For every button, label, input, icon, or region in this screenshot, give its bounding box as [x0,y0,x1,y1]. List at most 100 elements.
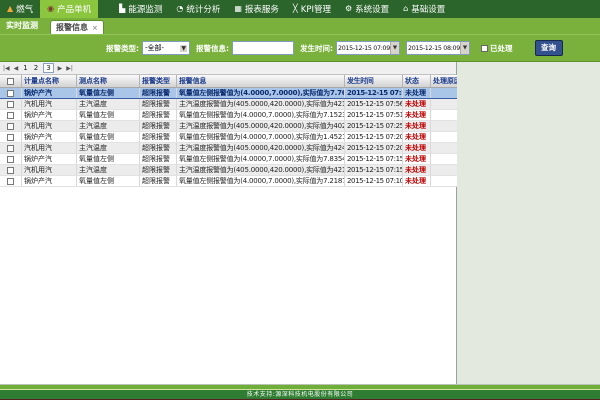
time-to-value: 2015-12-15 08:09 [407,45,460,52]
cell-sensor: 氧量值左侧 [77,132,140,142]
row-checkbox[interactable] [7,101,14,108]
menu-item-gas[interactable]: ▲ 燃气 [0,0,40,18]
chevron-down-icon[interactable]: ▼ [460,42,469,54]
alarm-type-value: -全部- [145,43,164,53]
table-row[interactable]: 锅炉产汽 氧量值左侧 超限报警 氧量值左侧报警值为(4.0000,7.0000)… [0,132,457,143]
cell-point: 锅炉产汽 [22,132,77,142]
tab-alarm-info[interactable]: 报警信息 × [50,20,104,34]
tab-realtime-monitor[interactable]: 实时监测 [0,20,44,34]
cell-type: 超限报警 [140,165,177,175]
menu-label: 基础设置 [411,3,445,15]
menu-item-kpi-manage[interactable]: ╳ KPI管理 [286,0,338,18]
cell-sensor: 氧量值左侧 [77,176,140,186]
page-number-2[interactable]: 2 [33,64,39,72]
table-row[interactable]: 汽机用汽 主汽温度 超限报警 主汽温度报警值为(405.0000,420.000… [0,121,457,132]
cell-info: 主汽温度报警值为(405.0000,420.0000),实际值为421.3625 [177,165,345,175]
row-checkbox[interactable] [7,90,14,97]
page-next-button[interactable]: ▶ [58,65,63,72]
close-icon[interactable]: × [92,24,98,32]
page-first-button[interactable]: |◀ [3,65,10,72]
cell-reason [431,154,457,164]
row-checkbox[interactable] [7,134,14,141]
menu-item-product[interactable]: ◉ 产品单机 [40,0,98,18]
handled-label: 已处理 [490,43,513,54]
alarm-type-select[interactable]: -全部- ▼ [142,41,190,55]
header-reason[interactable]: 处理原因 [431,75,457,87]
cell-sensor: 主汽温度 [77,143,140,153]
cell-info: 氧量值左侧报警值为(4.0000,7.0000),实际值为1.4521 [177,132,345,142]
cell-sensor: 主汽温度 [77,121,140,131]
chevron-down-icon[interactable]: ▼ [390,42,399,54]
time-from-picker[interactable]: 2015-12-15 07:09 ▼ [336,41,400,55]
cell-time: 2015-12-15 07:15:14 [345,154,403,164]
table-row[interactable]: 汽机用汽 主汽温度 超限报警 主汽温度报警值为(405.0000,420.000… [0,143,457,154]
cell-time: 2015-12-15 07:20:22 [345,143,403,153]
header-time[interactable]: 发生时间 [345,75,403,87]
cell-info: 氧量值左侧报警值为(4.0000,7.0000),实际值为7.7690 [177,88,345,98]
checkbox-cell [0,110,22,120]
status-badge: 未处理 [403,176,431,186]
menu-item-stat-analysis[interactable]: ◔ 统计分析 [169,0,227,18]
tab-label: 报警信息 [56,22,88,33]
header-status[interactable]: 状态 [403,75,431,87]
handled-filter: 已处理 [481,43,513,54]
footer: 技术支持:源深科技机电股份有限公司 [0,384,600,400]
cell-point: 汽机用汽 [22,121,77,131]
page-number-current[interactable]: 3 [43,63,53,73]
cell-reason [431,99,457,109]
table-row[interactable]: 锅炉产汽 氧量值左侧 超限报警 氧量值左侧报警值为(4.0000,7.0000)… [0,154,457,165]
table-row[interactable]: 汽机用汽 主汽温度 超限报警 主汽温度报警值为(405.0000,420.000… [0,99,457,110]
row-checkbox[interactable] [7,178,14,185]
cell-sensor: 主汽温度 [77,99,140,109]
time-to-picker[interactable]: 2015-12-15 08:09 ▼ [406,41,470,55]
row-checkbox[interactable] [7,167,14,174]
menu-item-energy-monitor[interactable]: ▙ 能源监测 [112,0,169,18]
tab-bar: 实时监测 报警信息 × [0,18,600,34]
flame-icon: ▲ [7,5,13,13]
cell-info: 主汽温度报警值为(405.0000,420.0000),实际值为402.5296 [177,121,345,131]
cell-point: 汽机用汽 [22,99,77,109]
cell-type: 超限报警 [140,143,177,153]
time-label: 发生时间: [300,43,333,54]
time-from-value: 2015-12-15 07:09 [337,45,390,52]
cell-sensor: 主汽温度 [77,165,140,175]
menu-item-report-service[interactable]: ▦ 报表服务 [227,0,286,18]
page-last-button[interactable]: ▶| [66,65,73,72]
menu-item-base-settings[interactable]: ⌂ 基础设置 [396,0,452,18]
menu-item-system-settings[interactable]: ⚙ 系统设置 [338,0,396,18]
query-button[interactable]: 查询 [535,40,563,56]
row-checkbox[interactable] [7,112,14,119]
page-prev-button[interactable]: ◀ [14,65,19,72]
page-number-1[interactable]: 1 [22,64,28,72]
row-checkbox[interactable] [7,123,14,130]
table-row[interactable]: 锅炉产汽 氧量值左侧 超限报警 氧量值左侧报警值为(4.0000,7.0000)… [0,176,457,187]
menu-label: 能源监测 [128,3,162,15]
handled-checkbox[interactable] [481,45,488,52]
checkbox-cell [0,176,22,186]
table-row[interactable]: 汽机用汽 主汽温度 超限报警 主汽温度报警值为(405.0000,420.000… [0,165,457,176]
checkbox-cell [0,165,22,175]
table-row[interactable]: 锅炉产汽 氧量值左侧 超限报警 氧量值左侧报警值为(4.0000,7.0000)… [0,110,457,121]
menu-label: 燃气 [16,3,33,15]
header-type[interactable]: 报警类型 [140,75,177,87]
cell-point: 锅炉产汽 [22,176,77,186]
cell-reason [431,165,457,175]
cell-sensor: 氧量值左侧 [77,110,140,120]
cell-info: 主汽温度报警值为(405.0000,420.0000),实际值为421.0308 [177,99,345,109]
header-sensor[interactable]: 测点名称 [77,75,140,87]
alarm-info-input[interactable] [232,41,294,55]
cell-type: 超限报警 [140,132,177,142]
select-all-checkbox[interactable] [7,78,14,85]
menu-label: 报表服务 [245,3,279,15]
header-point[interactable]: 计量点名称 [22,75,77,87]
checkbox-cell [0,143,22,153]
checkbox-cell [0,88,22,98]
row-checkbox[interactable] [7,145,14,152]
table-row[interactable]: 锅炉产汽 氧量值左侧 超限报警 氧量值左侧报警值为(4.0000,7.0000)… [0,88,457,99]
pagination-bar: |◀ ◀ 1 2 3 ▶ ▶| [0,62,456,75]
row-checkbox[interactable] [7,156,14,163]
header-info[interactable]: 报警信息 [177,75,345,87]
cell-point: 汽机用汽 [22,143,77,153]
cell-point: 锅炉产汽 [22,88,77,98]
chart-icon: ▙ [119,5,125,13]
